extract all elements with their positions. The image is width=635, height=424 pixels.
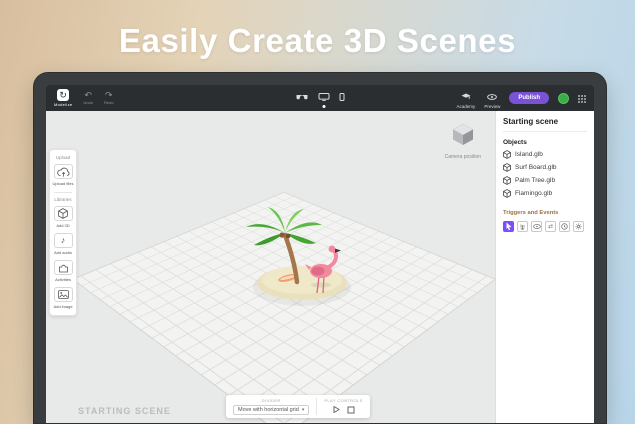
add-image-button[interactable] bbox=[54, 287, 73, 302]
island-object bbox=[253, 266, 351, 306]
trigger-visibility-button[interactable] bbox=[531, 221, 542, 232]
trigger-timer-button[interactable] bbox=[559, 221, 570, 232]
play-icon bbox=[332, 405, 341, 414]
scene-title: Starting scene bbox=[503, 117, 587, 132]
eye-icon bbox=[487, 88, 497, 103]
clock-icon bbox=[561, 223, 568, 230]
ar-view-button[interactable] bbox=[296, 89, 309, 108]
object-cube-icon bbox=[503, 150, 511, 159]
app-window: ↻ Modelize ↶ Undo ↷ Redo bbox=[46, 85, 594, 423]
left-toolbar: Upload Upload files Libraries Add bbox=[49, 149, 77, 316]
logo-label: Modelize bbox=[54, 102, 72, 107]
mobile-view-button[interactable] bbox=[340, 89, 345, 108]
redo-button[interactable]: ↷ Redo bbox=[104, 91, 114, 105]
gear-icon bbox=[575, 223, 582, 230]
device-view-switcher bbox=[296, 89, 345, 108]
music-note-icon: ♪ bbox=[61, 236, 66, 245]
grid-dots-icon bbox=[578, 91, 586, 106]
stop-icon bbox=[347, 406, 355, 414]
activities-button[interactable] bbox=[54, 260, 73, 275]
publish-button[interactable]: Publish bbox=[509, 92, 549, 104]
object-cube-icon bbox=[503, 189, 511, 198]
top-toolbar: ↻ Modelize ↶ Undo ↷ Redo bbox=[46, 85, 594, 111]
objects-section-label: Objects bbox=[503, 139, 587, 146]
image-icon bbox=[58, 290, 69, 299]
undo-button[interactable]: ↶ Undo bbox=[83, 91, 93, 105]
cube-icon bbox=[58, 208, 68, 219]
sync-logo-icon: ↻ bbox=[57, 89, 69, 101]
object-cube-icon bbox=[503, 176, 511, 185]
academy-icon bbox=[461, 88, 471, 103]
right-panel: Starting scene Objects Island.glb Surf B… bbox=[495, 111, 594, 423]
object-cube-icon bbox=[503, 163, 511, 172]
hero-title: Easily Create 3D Scenes bbox=[0, 22, 635, 60]
promo-page: Easily Create 3D Scenes ↻ Modelize ↶ Und… bbox=[0, 0, 635, 424]
camera-cube-icon bbox=[450, 121, 476, 152]
object-list-item[interactable]: Island.glb bbox=[503, 148, 587, 161]
desktop-icon bbox=[319, 89, 330, 104]
user-avatar[interactable] bbox=[558, 93, 569, 104]
desktop-view-button[interactable] bbox=[319, 89, 330, 108]
move-mode-select[interactable]: Move with horizontal grid ▾ bbox=[233, 405, 309, 415]
3d-scene bbox=[196, 163, 416, 333]
trigger-swap-button[interactable]: ⇄ bbox=[545, 221, 556, 232]
chevron-down-icon: ▾ bbox=[302, 408, 305, 413]
redo-icon: ↷ bbox=[105, 91, 113, 100]
upload-section-label: Upload bbox=[56, 155, 70, 160]
trigger-buttons-row: ⇄ bbox=[503, 221, 587, 232]
hand-icon bbox=[519, 223, 526, 230]
camera-position-widget[interactable]: Camera position bbox=[445, 121, 481, 160]
toolbar-right-group: Academy Preview Publish bbox=[457, 88, 586, 109]
trigger-hover-button[interactable] bbox=[517, 221, 528, 232]
triggers-section-label: Triggers and Events bbox=[503, 210, 587, 216]
preview-button[interactable]: Preview bbox=[484, 88, 500, 109]
academy-button[interactable]: Academy bbox=[457, 88, 476, 109]
undo-icon: ↶ bbox=[84, 91, 92, 100]
upload-files-button[interactable] bbox=[54, 164, 73, 179]
cloud-upload-icon bbox=[57, 167, 70, 177]
move-mode-group: DIVIDER Move with horizontal grid ▾ bbox=[233, 398, 309, 415]
puzzle-icon bbox=[58, 263, 69, 273]
play-button[interactable] bbox=[332, 405, 341, 414]
add-audio-button[interactable]: ♪ bbox=[54, 233, 73, 248]
play-control-bar: DIVIDER Move with horizontal grid ▾ PLAY… bbox=[226, 395, 370, 418]
object-list-item[interactable]: Flamingo.glb bbox=[503, 187, 587, 200]
trigger-tap-button[interactable] bbox=[503, 221, 514, 232]
apps-menu-button[interactable] bbox=[578, 91, 586, 106]
object-list-item[interactable]: Surf Board.glb bbox=[503, 161, 587, 174]
libraries-section-label: Libraries bbox=[54, 197, 71, 202]
scene-watermark: STARTING SCENE bbox=[78, 406, 171, 416]
stop-button[interactable] bbox=[347, 406, 355, 414]
divider bbox=[316, 398, 317, 415]
app-logo[interactable]: ↻ Modelize bbox=[54, 89, 72, 107]
swap-arrows-icon: ⇄ bbox=[548, 224, 553, 230]
mobile-icon bbox=[340, 89, 345, 104]
divider bbox=[54, 192, 72, 193]
laptop-frame: ↻ Modelize ↶ Undo ↷ Redo bbox=[33, 72, 607, 424]
cursor-icon bbox=[505, 222, 513, 231]
toolbar-left-group: ↻ Modelize ↶ Undo ↷ Redo bbox=[54, 89, 114, 107]
scene-canvas[interactable]: Camera position STARTING SCENE DIVIDER M… bbox=[46, 111, 495, 423]
active-view-indicator bbox=[323, 105, 326, 108]
ar-glasses-icon bbox=[296, 89, 309, 104]
add-3d-button[interactable] bbox=[54, 206, 73, 221]
play-controls-group: PLAY CONTROLS bbox=[324, 398, 362, 415]
eye-icon bbox=[533, 224, 541, 229]
object-list-item[interactable]: Palm Tree.glb bbox=[503, 174, 587, 187]
trigger-settings-button[interactable] bbox=[573, 221, 584, 232]
